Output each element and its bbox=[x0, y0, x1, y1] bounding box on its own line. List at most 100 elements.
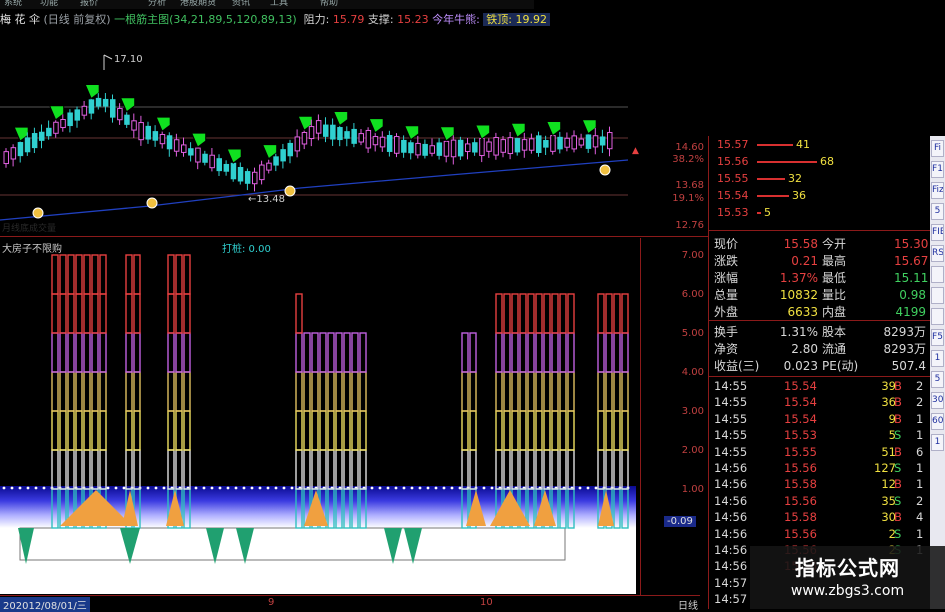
candle bbox=[543, 140, 549, 148]
trade-count: 1 bbox=[916, 461, 924, 475]
candle bbox=[514, 138, 521, 153]
candle bbox=[230, 162, 237, 180]
house-cell bbox=[335, 410, 343, 451]
house-cell bbox=[351, 449, 359, 490]
indicator-name: 一根筋主图(34,21,89,5,120,89,13) bbox=[114, 13, 297, 26]
candle bbox=[60, 118, 66, 129]
house-cell bbox=[511, 371, 519, 412]
house-cell bbox=[359, 332, 367, 373]
stat-label: 总量 bbox=[714, 288, 739, 302]
house-cell bbox=[527, 332, 535, 373]
sidebar-button[interactable]: F1 bbox=[931, 161, 944, 178]
trade-price: 15.54 bbox=[784, 395, 817, 410]
menu-item-news[interactable]: 资讯 bbox=[232, 0, 250, 8]
candlestick-chart[interactable]: 17.10 ←13.48 月线底成交量 bbox=[0, 30, 628, 236]
ask-price: 15.57 bbox=[717, 138, 749, 151]
sidebar-button[interactable] bbox=[931, 308, 944, 325]
house-cell bbox=[605, 293, 613, 334]
resistance-value: 15.79 bbox=[332, 13, 365, 26]
house-cell bbox=[167, 332, 175, 373]
house-cell bbox=[167, 410, 175, 451]
house-cell bbox=[551, 332, 559, 373]
ask-price: 15.54 bbox=[717, 189, 749, 202]
dot bbox=[274, 486, 278, 490]
ask-bar bbox=[757, 178, 785, 180]
house-cell bbox=[551, 371, 559, 412]
house-cell bbox=[503, 410, 511, 451]
trade-time: 14:55 bbox=[714, 411, 748, 426]
candle bbox=[521, 139, 528, 151]
candle bbox=[53, 121, 59, 134]
trade-time: 14:56 bbox=[714, 510, 748, 525]
menu-item-system[interactable]: 系统 bbox=[4, 0, 22, 8]
candle bbox=[337, 127, 343, 141]
dot bbox=[162, 486, 166, 490]
trade-side: S bbox=[894, 493, 902, 508]
dot bbox=[210, 486, 214, 490]
sidebar-button[interactable]: F5 bbox=[931, 329, 944, 346]
house-cell bbox=[519, 449, 527, 490]
sidebar-button[interactable]: FIB bbox=[931, 224, 944, 241]
candle bbox=[181, 144, 187, 153]
house-cell bbox=[613, 449, 621, 490]
stat-label: 外盘 bbox=[714, 305, 739, 319]
trade-price: 15.53 bbox=[784, 428, 817, 443]
current-value-badge: -0.09 bbox=[664, 516, 696, 527]
stat-value: 15.58 bbox=[783, 237, 818, 251]
house-cell bbox=[461, 332, 469, 373]
dot bbox=[42, 486, 46, 490]
menu-item-analysis[interactable]: 分析 bbox=[148, 0, 166, 8]
stat-value: 6633 bbox=[787, 305, 818, 319]
house-cell bbox=[519, 410, 527, 451]
house-cell bbox=[461, 371, 469, 412]
top-label: 铁顶: bbox=[486, 13, 513, 26]
house-cell bbox=[327, 371, 335, 412]
sidebar-button[interactable] bbox=[931, 287, 944, 304]
dot bbox=[490, 486, 494, 490]
house-cell bbox=[91, 254, 99, 295]
trade-time: 14:56 bbox=[714, 461, 748, 475]
house-cell bbox=[621, 371, 629, 412]
trade-row: 14:56 15.58 12 B 1 bbox=[712, 476, 928, 492]
trade-side: B bbox=[894, 395, 902, 410]
house-cell bbox=[51, 254, 59, 295]
menu-item-function[interactable]: 功能 bbox=[40, 0, 58, 8]
sidebar-button[interactable]: 60 bbox=[931, 413, 944, 430]
trade-row: 14:56 15.56 127 S 1 bbox=[712, 460, 928, 476]
house-cell bbox=[597, 449, 605, 490]
stat-label: 股本 bbox=[822, 325, 847, 339]
menu-item-help[interactable]: 帮助 bbox=[320, 0, 338, 8]
indicator-chart[interactable] bbox=[0, 238, 640, 594]
house-cell bbox=[567, 449, 575, 490]
house-cell bbox=[83, 371, 91, 412]
menu-item-quote[interactable]: 报价 bbox=[80, 0, 98, 8]
sidebar-button[interactable]: 1 bbox=[931, 350, 944, 367]
sidebar-button[interactable]: 30 bbox=[931, 392, 944, 409]
dot bbox=[202, 486, 206, 490]
toolbar-sidebar: Fi F1 Fiz 5 FIB RSI F5 1 5 30 60 1 bbox=[930, 136, 945, 609]
candle bbox=[46, 127, 52, 137]
menu-item-tools[interactable]: 工具 bbox=[270, 0, 288, 8]
candle bbox=[465, 143, 471, 153]
house-cell bbox=[91, 410, 99, 451]
sidebar-button[interactable] bbox=[931, 266, 944, 283]
candle bbox=[308, 126, 315, 140]
candle bbox=[528, 138, 535, 151]
sidebar-button[interactable]: Fi bbox=[931, 140, 944, 157]
menu-item-hk-futures[interactable]: 港股期货 bbox=[180, 0, 216, 8]
dot bbox=[386, 486, 390, 490]
house-cell bbox=[461, 449, 469, 490]
sidebar-button[interactable]: RSI bbox=[931, 245, 944, 262]
dot bbox=[250, 486, 254, 490]
ask-volume: 36 bbox=[792, 189, 806, 202]
sidebar-button[interactable]: 5 bbox=[931, 203, 944, 220]
candle bbox=[372, 136, 379, 146]
sidebar-button[interactable]: 1 bbox=[931, 434, 944, 451]
house-cell bbox=[327, 449, 335, 490]
axis-label: 12.76 bbox=[675, 220, 704, 231]
sidebar-button[interactable]: Fiz bbox=[931, 182, 944, 199]
house-cell bbox=[551, 410, 559, 451]
period-button[interactable]: 日线 bbox=[678, 597, 698, 612]
ask-price: 15.55 bbox=[717, 172, 749, 185]
sidebar-button[interactable]: 5 bbox=[931, 371, 944, 388]
